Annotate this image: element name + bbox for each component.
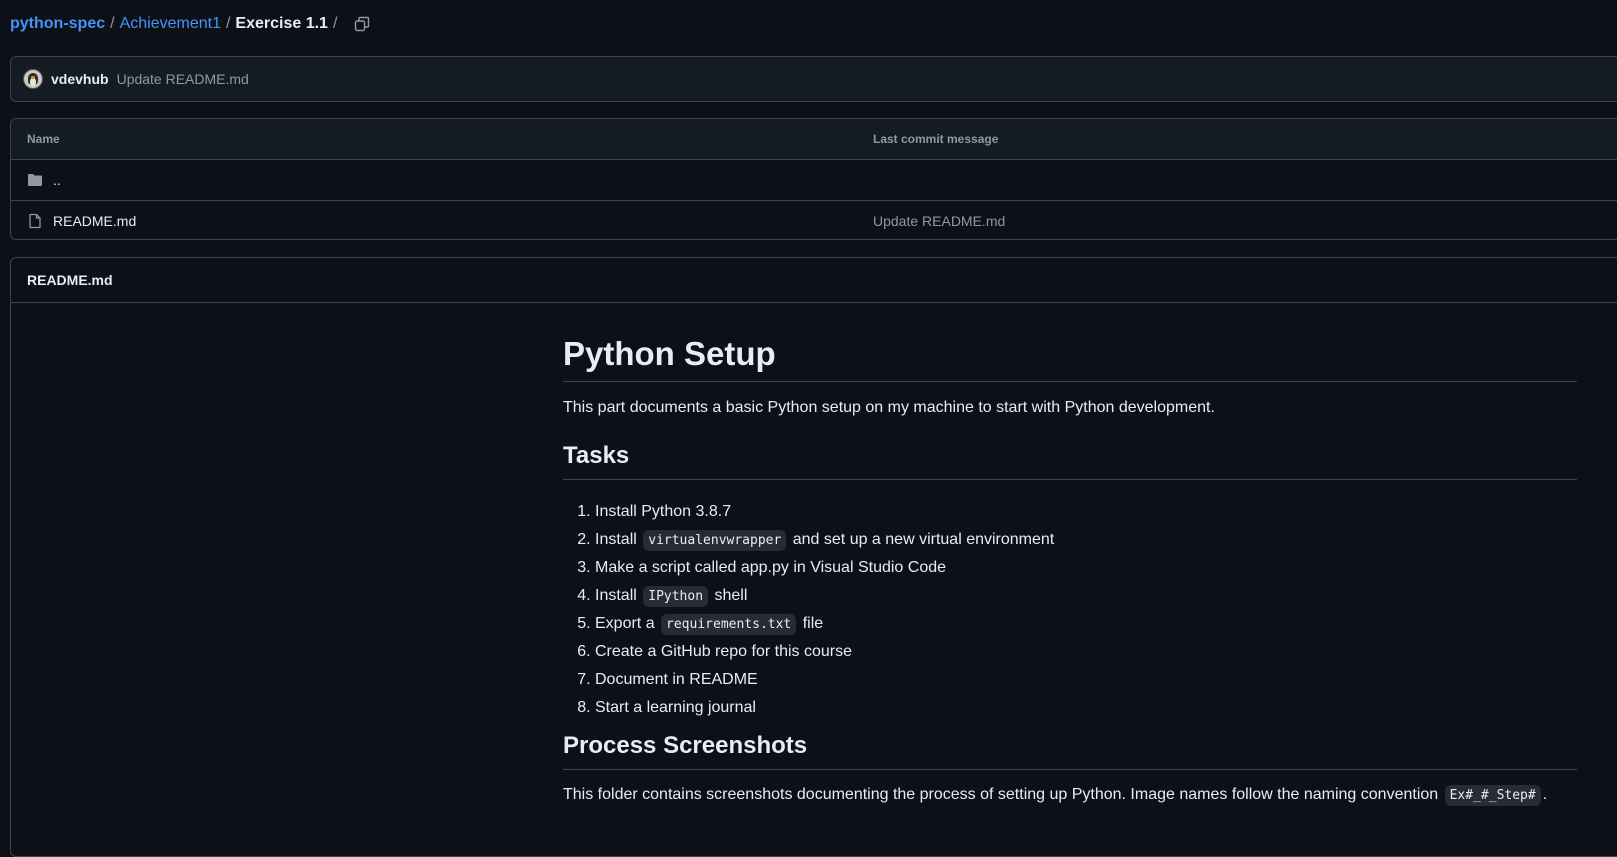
list-item: Start a learning journal — [595, 694, 1054, 722]
list-item: Create a GitHub repo for this course — [595, 638, 1054, 666]
avatar-beak — [31, 76, 35, 79]
task-text: shell — [710, 587, 748, 604]
screenshots-description-end: . — [1542, 786, 1548, 803]
list-item: Export a requirements.txt file — [595, 610, 1054, 638]
heading-divider — [563, 769, 1577, 770]
copy-icon — [355, 16, 370, 32]
process-screenshots-text: This folder contains screenshots documen… — [563, 783, 1547, 808]
breadcrumb-separator: / — [332, 15, 338, 32]
copy-path-button[interactable] — [352, 14, 372, 34]
heading-divider — [563, 479, 1577, 480]
tasks-heading: Tasks — [563, 442, 630, 469]
table-row-readme[interactable]: README.md Update README.md — [11, 200, 1617, 239]
process-screenshots-heading: Process Screenshots — [563, 732, 808, 759]
avatar-belly — [30, 78, 36, 86]
task-text: Export a — [595, 615, 660, 632]
column-header-name: Name — [27, 132, 60, 146]
avatar[interactable] — [23, 69, 43, 89]
task-text: Install — [595, 587, 642, 604]
readme-intro: This part documents a basic Python setup… — [563, 399, 1215, 416]
folder-icon — [28, 174, 42, 186]
inline-code: virtualenvwrapper — [643, 530, 787, 551]
file-table-header: Name Last commit message — [11, 119, 1617, 160]
readme-panel: README.md Python Setup This part documen… — [10, 257, 1617, 857]
breadcrumb-separator: / — [225, 15, 231, 32]
readme-heading: Python Setup — [563, 335, 776, 372]
inline-code: requirements.txt — [661, 614, 797, 635]
file-name[interactable]: .. — [53, 172, 61, 188]
inline-code: Ex#_#_Step# — [1444, 785, 1541, 806]
column-header-commit-message: Last commit message — [873, 132, 999, 146]
list-item: Install virtualenvwrapper and set up a n… — [595, 526, 1054, 554]
file-table: Name Last commit message .. README.md Up… — [10, 118, 1617, 240]
task-text: Create a GitHub repo for this course — [595, 643, 853, 660]
inline-code: IPython — [643, 586, 709, 607]
readme-header: README.md — [11, 258, 1617, 303]
task-text: Start a learning journal — [595, 699, 756, 716]
list-item: Document in README — [595, 666, 1054, 694]
task-text: and set up a new virtual environment — [788, 531, 1055, 548]
task-text: Document in README — [595, 671, 758, 688]
file-name[interactable]: README.md — [53, 213, 136, 229]
file-icon — [29, 213, 41, 229]
screenshots-description: This folder contains screenshots documen… — [563, 786, 1443, 803]
task-text: Install — [595, 531, 642, 548]
breadcrumb-current: Exercise 1.1 — [235, 15, 328, 32]
commit-author-link[interactable]: vdevhub — [51, 71, 109, 87]
breadcrumb-folder-link[interactable]: Achievement1 — [120, 15, 221, 33]
breadcrumb-repo-link[interactable]: python-spec — [10, 15, 105, 33]
breadcrumb-separator: / — [110, 15, 115, 32]
task-text: file — [798, 615, 824, 632]
list-item: Install IPython shell — [595, 582, 1054, 610]
task-text: Install Python 3.8.7 — [595, 503, 732, 520]
file-commit-message[interactable]: Update README.md — [873, 213, 1005, 229]
task-text: Make a script called app.py in Visual St… — [595, 559, 947, 576]
latest-commit-bar: vdevhub Update README.md — [10, 56, 1617, 102]
tasks-list: Install Python 3.8.7 Install virtualenvw… — [563, 498, 1054, 722]
table-row-parent-directory[interactable]: .. — [11, 160, 1617, 200]
list-item: Install Python 3.8.7 — [595, 498, 1054, 526]
commit-message-link[interactable]: Update README.md — [117, 71, 249, 87]
breadcrumb: python-spec / Achievement1 / Exercise 1.… — [10, 12, 372, 36]
readme-title-link[interactable]: README.md — [27, 272, 113, 288]
heading-divider — [563, 381, 1577, 382]
list-item: Make a script called app.py in Visual St… — [595, 554, 1054, 582]
